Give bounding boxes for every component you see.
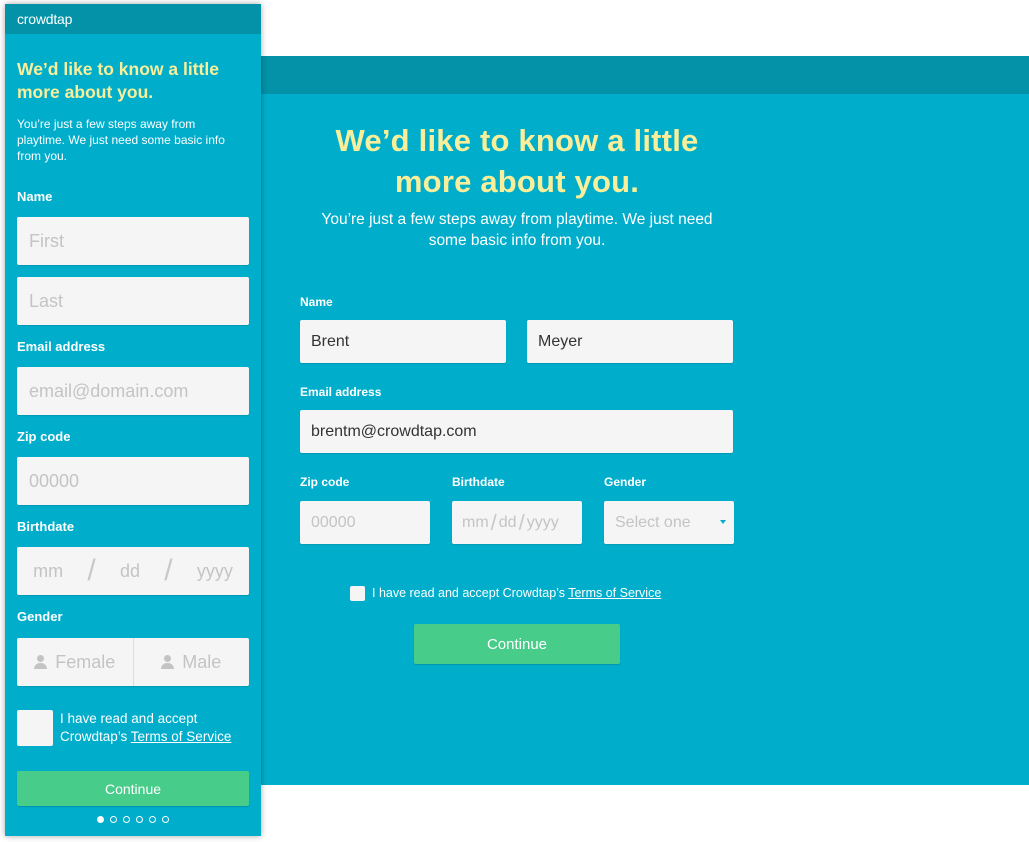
desktop-page-title: We’d like to know a little more about yo… (261, 120, 773, 202)
birth-separator: / (87, 554, 96, 587)
terms-prefix: I have read and accept Crowdtap’s (372, 586, 569, 600)
desktop-email-label: Email address (300, 385, 382, 399)
desktop-title-line-2: more about you. (394, 164, 640, 199)
mobile-terms-checkbox[interactable] (17, 710, 53, 746)
mobile-gender-label: Gender (17, 609, 63, 624)
desktop-birthdate-label: Birthdate (452, 475, 505, 489)
mobile-email-input[interactable]: email@domain.com (17, 367, 249, 415)
gender-male-label: Male (182, 651, 222, 672)
birth-separator: / (164, 554, 173, 587)
birth-month: mm (462, 513, 489, 531)
birth-separator: / (518, 509, 525, 535)
mobile-gender-toggle: Female Male (17, 638, 249, 686)
desktop-gender-label: Gender (604, 475, 647, 489)
mobile-subtitle-line-3: from you. (17, 149, 68, 163)
mobile-birthdate-input[interactable]: mm / dd / yyyy (17, 547, 249, 595)
desktop-terms-checkbox[interactable] (350, 586, 365, 601)
mobile-zip-input[interactable]: 00000 (17, 457, 249, 505)
terms-prefix: Crowdtap’s (60, 729, 131, 744)
mobile-zip-label: Zip code (17, 429, 71, 444)
desktop-continue-button[interactable]: Continue (414, 624, 620, 664)
mobile-header: crowdtap (5, 4, 261, 34)
gender-option-male[interactable]: Male (132, 638, 249, 686)
page-dot[interactable] (136, 816, 143, 823)
page-dot[interactable] (97, 816, 104, 823)
birth-year: yyyy (196, 560, 233, 581)
birth-separator: / (490, 509, 497, 535)
mobile-continue-button[interactable]: Continue (17, 771, 249, 806)
desktop-signup-panel: We’d like to know a little more about yo… (261, 56, 1029, 785)
terms-of-service-link[interactable]: Terms of Service (568, 586, 661, 600)
caret-down-icon (720, 520, 726, 524)
crowdtap-logo: crowdtap (17, 11, 73, 27)
birth-month: mm (33, 560, 64, 581)
gender-select-value: Select one (615, 513, 691, 531)
gender-option-female[interactable]: Female (17, 638, 133, 686)
mobile-subtitle: You’re just a few steps away from playti… (17, 116, 249, 164)
mobile-title-line-2: more about you. (17, 82, 154, 102)
mobile-birthdate-label: Birthdate (17, 519, 75, 534)
desktop-gender-select[interactable]: Select one (604, 501, 734, 544)
mobile-email-label: Email address (17, 339, 106, 354)
page-dot[interactable] (149, 816, 156, 823)
page-dot[interactable] (123, 816, 130, 823)
mobile-last-name-input[interactable]: Last (17, 277, 249, 325)
desktop-birthdate-input[interactable]: mm / dd / yyyy (452, 501, 582, 544)
desktop-subtitle: You’re just a few steps away from playti… (261, 209, 773, 251)
desktop-name-label: Name (300, 295, 333, 309)
page-indicator (5, 816, 261, 823)
mobile-subtitle-line-2: playtime. We just need some basic info (17, 133, 225, 147)
desktop-top-bar (261, 56, 1029, 94)
mobile-title-line-1: We’d like to know a little (17, 59, 219, 79)
desktop-terms-text: I have read and accept Crowdtap’s Terms … (372, 586, 661, 600)
page-dot[interactable] (162, 816, 169, 823)
desktop-first-name-input[interactable]: Brent (300, 320, 506, 363)
desktop-title-line-1: We’d like to know a little (335, 123, 699, 158)
gender-female-label: Female (55, 651, 116, 672)
desktop-email-input[interactable]: brentm@crowdtap.com (300, 410, 733, 453)
birth-day: dd (119, 560, 140, 581)
birth-day: dd (498, 513, 517, 531)
terms-of-service-link[interactable]: Terms of Service (131, 729, 232, 744)
desktop-zip-label: Zip code (300, 475, 350, 489)
page-dot[interactable] (110, 816, 117, 823)
mobile-terms-text: I have read and accept Crowdtap’s Terms … (60, 710, 250, 746)
mobile-page-title: We’d like to know a little more about yo… (17, 58, 247, 104)
terms-line-1: I have read and accept (60, 711, 198, 726)
desktop-subtitle-line-1: You’re just a few steps away from playti… (321, 211, 713, 228)
mobile-subtitle-line-1: You’re just a few steps away from (17, 117, 196, 131)
mobile-name-label: Name (17, 189, 53, 204)
person-icon (34, 655, 48, 669)
desktop-zip-input[interactable]: 00000 (300, 501, 430, 544)
mobile-first-name-input[interactable]: First (17, 217, 249, 265)
mobile-signup-panel: crowdtap We’d like to know a little more… (5, 4, 261, 836)
person-icon (161, 655, 175, 669)
desktop-subtitle-line-2: some basic info from you. (428, 232, 606, 249)
birth-year: yyyy (526, 513, 559, 531)
desktop-last-name-input[interactable]: Meyer (527, 320, 733, 363)
